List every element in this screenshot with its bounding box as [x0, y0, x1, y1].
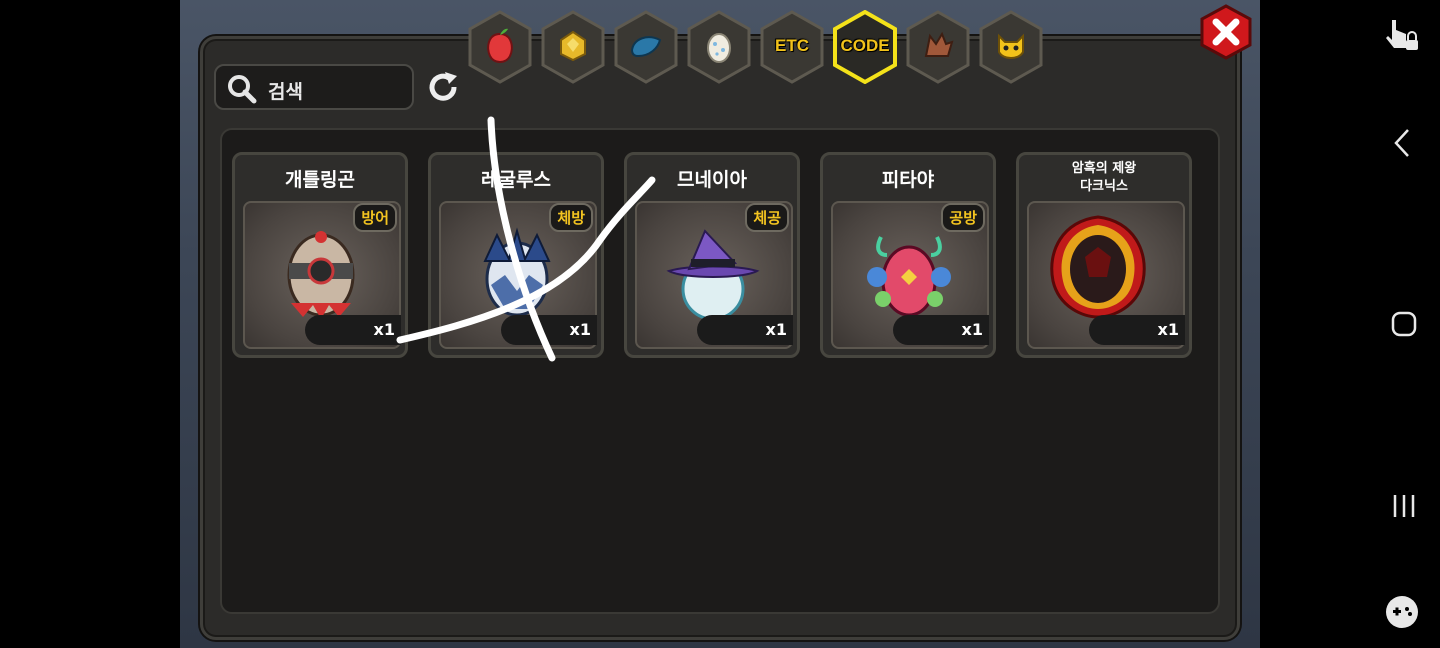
item-name-line-2: 다크닉스 [1080, 179, 1128, 194]
item-name: 레굴루스 [481, 169, 551, 191]
monster-face-icon [998, 33, 1024, 59]
item-name: 개틀링곤 [285, 169, 355, 191]
stat-badge: 공방 [941, 203, 985, 232]
close-icon[interactable] [1198, 4, 1254, 60]
pitaya-egg-icon [867, 236, 951, 317]
touch-lock-icon[interactable] [1382, 16, 1422, 56]
blue-material-icon [630, 36, 662, 58]
item-card-mneia[interactable]: 므네이아 체공 x1 [624, 152, 800, 358]
back-icon[interactable] [1392, 128, 1412, 158]
item-grid: 개틀링곤 방어 x1 레굴루스 체방 x1 므네이아 체공 x1 피타야 공방 … [220, 128, 1220, 614]
search-icon [228, 75, 257, 104]
tab-monster[interactable] [979, 10, 1043, 84]
item-card-gatlingon[interactable]: 개틀링곤 방어 x1 [232, 152, 408, 358]
search-input[interactable]: 검색 [214, 64, 414, 110]
darknix-egg-icon [1050, 215, 1146, 319]
fruit-icon [487, 28, 513, 63]
tab-egg[interactable] [687, 10, 751, 84]
recent-apps-icon[interactable] [1390, 492, 1418, 520]
regulus-egg-icon [483, 227, 551, 317]
quantity-pill: x1 [305, 315, 401, 345]
mneia-egg-icon [666, 229, 760, 321]
tab-dragon[interactable] [906, 10, 970, 84]
quantity-pill: x1 [1089, 315, 1185, 345]
gatlingon-egg-icon [287, 231, 355, 319]
egg-icon [707, 33, 731, 63]
quantity: x1 [1157, 320, 1179, 339]
quantity: x1 [961, 320, 983, 339]
item-name: 암흑의 제왕 다크닉스 [1019, 160, 1189, 196]
home-icon[interactable] [1390, 310, 1418, 338]
dragon-head-icon [924, 31, 954, 57]
game-tools-icon[interactable] [1384, 594, 1420, 630]
tab-material[interactable] [614, 10, 678, 84]
tab-etc-label: ETC [775, 36, 809, 55]
quantity: x1 [765, 320, 787, 339]
refresh-icon[interactable] [424, 68, 462, 106]
tab-fruit[interactable] [468, 10, 532, 84]
item-name-line-1: 암흑의 제왕 [1071, 161, 1137, 176]
item-card-regulus[interactable]: 레굴루스 체방 x1 [428, 152, 604, 358]
search-placeholder: 검색 [268, 81, 303, 103]
quantity: x1 [373, 320, 395, 339]
quantity-pill: x1 [893, 315, 989, 345]
tab-etc[interactable]: ETC [760, 10, 824, 84]
item-name: 피타야 [881, 169, 935, 191]
system-nav-bar [1360, 0, 1440, 648]
quantity-pill: x1 [501, 315, 597, 345]
item-name: 므네이아 [677, 169, 747, 191]
tab-code-label: CODE [840, 36, 890, 55]
stat-badge: 방어 [353, 203, 397, 232]
tab-code[interactable]: CODE [833, 10, 897, 84]
gold-ore-icon [560, 30, 586, 62]
tab-gold[interactable] [541, 10, 605, 84]
item-card-pitaya[interactable]: 피타야 공방 x1 [820, 152, 996, 358]
item-card-darknix[interactable]: 암흑의 제왕 다크닉스 x1 [1016, 152, 1192, 358]
stat-badge: 체방 [549, 203, 593, 232]
stat-badge: 체공 [745, 203, 789, 232]
quantity-pill: x1 [697, 315, 793, 345]
quantity: x1 [569, 320, 591, 339]
